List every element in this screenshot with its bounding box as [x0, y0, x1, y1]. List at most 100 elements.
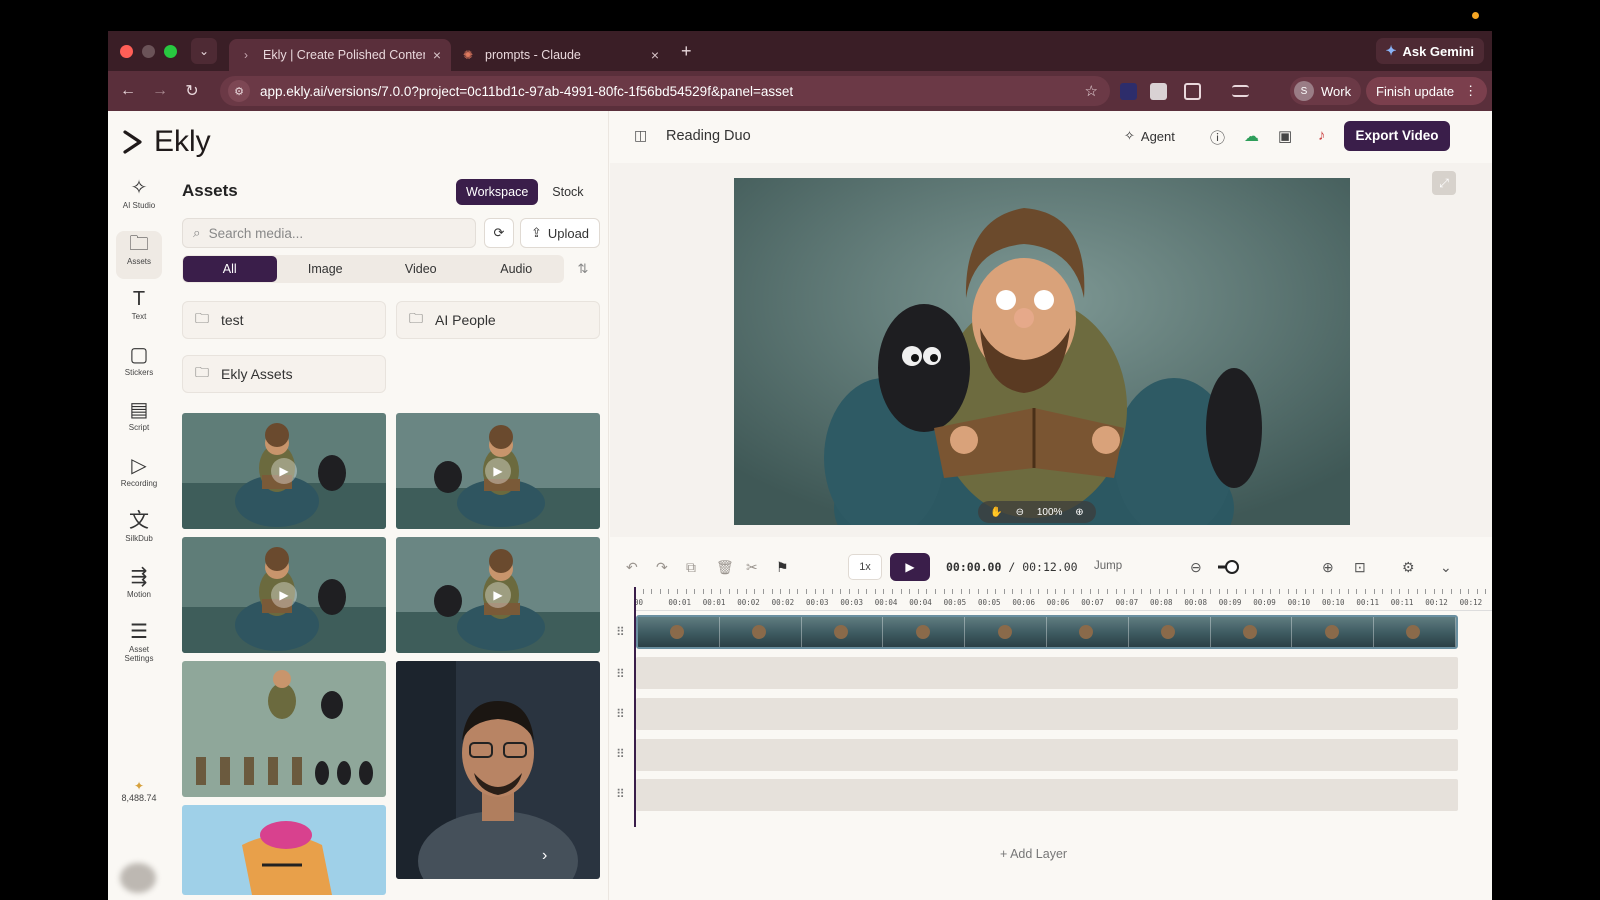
- timeline-zoom-slider[interactable]: [1218, 559, 1240, 575]
- back-icon[interactable]: ←: [112, 82, 144, 100]
- tab-stock[interactable]: Stock: [542, 179, 593, 205]
- hand-tool-icon[interactable]: ✋: [990, 507, 1002, 518]
- undo-icon[interactable]: ↶: [626, 559, 638, 576]
- save-icon[interactable]: ▣: [1278, 127, 1292, 145]
- agent-button[interactable]: ✧ Agent: [1124, 128, 1175, 144]
- drag-handle-icon[interactable]: ⠿: [616, 787, 625, 801]
- address-bar[interactable]: ⚙ app.ekly.ai/versions/7.0.0?project=0c1…: [220, 76, 1110, 106]
- search-input[interactable]: ⌕ Search media...: [182, 218, 476, 248]
- rail-motion[interactable]: ⇶ Motion: [116, 564, 162, 612]
- video-preview[interactable]: [734, 178, 1350, 525]
- kebab-menu-icon[interactable]: ⋮: [1464, 83, 1477, 99]
- time-ruler[interactable]: 00 00:01 00:01 00:02 00:02 00:03 00:03 00:04 00:…: [634, 589, 1492, 611]
- notification-bell-icon[interactable]: ♪: [1318, 127, 1326, 144]
- rail-asset-settings[interactable]: ☰ Asset Settings: [116, 619, 162, 675]
- bookmark-star-icon[interactable]: ☆: [1085, 82, 1098, 100]
- close-window-button[interactable]: [120, 44, 133, 58]
- drag-handle-icon[interactable]: ⠿: [616, 707, 625, 721]
- forward-icon[interactable]: →: [144, 82, 176, 100]
- fullscreen-button[interactable]: ⤢: [1432, 171, 1456, 195]
- filter-image[interactable]: Image: [279, 256, 373, 282]
- drag-handle-icon[interactable]: ⠿: [616, 747, 625, 761]
- close-tab-icon[interactable]: ×: [433, 47, 441, 63]
- zoom-in-icon[interactable]: ⊕: [1075, 507, 1083, 518]
- extension-icon[interactable]: [1150, 83, 1167, 100]
- split-scissors-icon[interactable]: ✂: [746, 559, 758, 576]
- sort-button[interactable]: ⇅: [568, 255, 598, 283]
- cloud-saved-icon[interactable]: ☁: [1244, 127, 1259, 145]
- finish-update-button[interactable]: Finish update ⋮: [1366, 77, 1488, 105]
- drag-handle-icon[interactable]: ⠿: [616, 667, 625, 681]
- close-tab-icon[interactable]: ×: [651, 47, 659, 63]
- panel-divider[interactable]: [608, 111, 609, 900]
- site-settings-icon[interactable]: ⚙: [228, 80, 250, 102]
- extensions-puzzle-icon[interactable]: [1184, 83, 1201, 100]
- play-button[interactable]: ▶: [890, 553, 930, 581]
- redo-icon[interactable]: ↷: [656, 559, 668, 576]
- delete-icon[interactable]: 🗑: [716, 559, 734, 576]
- maximize-window-button[interactable]: [164, 44, 177, 58]
- ruler-tick: [969, 589, 971, 594]
- help-icon[interactable]: ⓘ: [1210, 127, 1225, 148]
- asset-video-thumbnail[interactable]: ▶: [182, 413, 386, 529]
- asset-video-thumbnail[interactable]: ▶: [396, 413, 600, 529]
- collapse-chevron-icon[interactable]: ⌄: [1440, 559, 1452, 576]
- ask-gemini-button[interactable]: ✦ Ask Gemini: [1375, 38, 1484, 64]
- add-layer-button[interactable]: + Add Layer: [1000, 847, 1067, 861]
- video-clip-track[interactable]: [636, 615, 1458, 649]
- reload-icon[interactable]: ↻: [176, 81, 208, 101]
- reading-list-icon[interactable]: [1232, 85, 1249, 97]
- tab-search-button[interactable]: ⌄: [191, 38, 217, 64]
- timeline-zoom-in-icon[interactable]: ⊕: [1322, 559, 1334, 576]
- extension-icon[interactable]: [1120, 83, 1137, 100]
- jump-button[interactable]: Jump: [1094, 560, 1122, 572]
- rail-silkdub[interactable]: 文 SilkDub: [116, 508, 162, 556]
- filter-all[interactable]: All: [183, 256, 277, 282]
- rail-stickers[interactable]: ▢ Stickers: [116, 342, 162, 390]
- zoom-out-icon[interactable]: ⊖: [1016, 507, 1024, 518]
- asset-video-thumbnail[interactable]: ›: [396, 661, 600, 879]
- ruler-tick: [1201, 589, 1203, 594]
- browser-tab-claude[interactable]: ✺ prompts - Claude ×: [451, 39, 669, 71]
- folder-ai-people[interactable]: 🗀 AI People: [396, 301, 600, 339]
- empty-track[interactable]: [636, 739, 1458, 771]
- ekly-logo[interactable]: Ekly: [122, 125, 211, 159]
- tab-workspace[interactable]: Workspace: [456, 179, 539, 205]
- new-folder-button[interactable]: ⟳: [484, 218, 514, 248]
- drag-handle-icon[interactable]: ⠿: [616, 625, 625, 639]
- filter-video[interactable]: Video: [374, 256, 468, 282]
- browser-tab-ekly[interactable]: › Ekly | Create Polished Conten ×: [229, 39, 451, 71]
- asset-video-thumbnail[interactable]: ▶: [182, 537, 386, 653]
- playback-speed-button[interactable]: 1x: [848, 554, 882, 580]
- empty-track[interactable]: [636, 779, 1458, 811]
- credits-balance[interactable]: ✦ 8,488.74: [116, 779, 162, 803]
- marker-flag-icon[interactable]: ⚑: [776, 559, 789, 576]
- export-video-button[interactable]: Export Video: [1344, 121, 1450, 151]
- upload-button[interactable]: ⇪ Upload: [520, 218, 600, 248]
- rail-script[interactable]: ▤ Script: [116, 397, 162, 445]
- profile-button[interactable]: S Work: [1290, 77, 1362, 105]
- ruler-tick-label: 00:05: [978, 598, 1001, 607]
- timeline-settings-gear-icon[interactable]: ⚙: [1402, 559, 1415, 576]
- duplicate-icon[interactable]: ⧉: [686, 559, 696, 576]
- new-tab-button[interactable]: +: [681, 41, 692, 62]
- empty-track[interactable]: [636, 657, 1458, 689]
- rail-assets[interactable]: 🗀 Assets: [116, 231, 162, 279]
- rail-ai-studio[interactable]: ✧ AI Studio: [116, 175, 162, 223]
- toggle-sidebar-icon[interactable]: ◫: [634, 127, 647, 144]
- rail-recording[interactable]: ▷ Recording: [116, 453, 162, 501]
- user-avatar[interactable]: [120, 863, 156, 893]
- folder-ekly-assets[interactable]: 🗀 Ekly Assets: [182, 355, 386, 393]
- asset-image-thumbnail[interactable]: [182, 661, 386, 797]
- folder-test[interactable]: 🗀 test: [182, 301, 386, 339]
- empty-track[interactable]: [636, 698, 1458, 730]
- project-title[interactable]: Reading Duo: [666, 128, 751, 144]
- asset-video-thumbnail[interactable]: ▶: [396, 537, 600, 653]
- url-text[interactable]: app.ekly.ai/versions/7.0.0?project=0c11b…: [260, 84, 1085, 99]
- minimize-window-button[interactable]: [142, 44, 155, 58]
- rail-text[interactable]: T Text: [116, 286, 162, 334]
- timeline-zoom-out-icon[interactable]: ⊖: [1190, 559, 1202, 576]
- asset-image-thumbnail[interactable]: [182, 805, 386, 895]
- fit-timeline-icon[interactable]: ⊡: [1354, 559, 1366, 576]
- filter-audio[interactable]: Audio: [470, 256, 564, 282]
